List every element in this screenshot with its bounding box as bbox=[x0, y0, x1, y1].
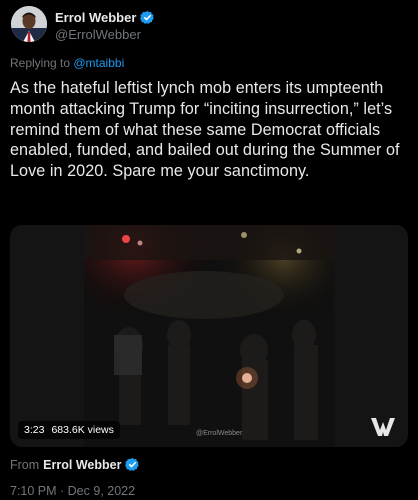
avatar[interactable] bbox=[11, 6, 47, 42]
tweet-timestamp[interactable]: 7:10 PM · Dec 9, 2022 bbox=[10, 484, 135, 498]
source-name[interactable]: Errol Webber bbox=[43, 458, 121, 472]
source-prefix: From bbox=[10, 457, 40, 472]
video-watermark: @ErrolWebber bbox=[196, 430, 243, 437]
author-handle[interactable]: @ErrolWebber bbox=[55, 27, 155, 42]
replying-prefix: Replying to bbox=[10, 56, 74, 70]
video-frame bbox=[84, 225, 334, 447]
video-duration: 3:23 bbox=[24, 424, 45, 436]
video-stats-badge: 3:23 683.6K views bbox=[18, 421, 120, 439]
tweet-text: As the hateful leftist lynch mob enters … bbox=[10, 79, 405, 181]
author-block: Errol Webber @ErrolWebber bbox=[55, 8, 155, 42]
video-player[interactable]: 3:23 683.6K views @ErrolWebber bbox=[10, 225, 408, 447]
verified-badge-icon bbox=[125, 457, 140, 472]
w-logo-icon bbox=[371, 418, 395, 436]
tweet: Errol Webber @ErrolWebber Replying to @m… bbox=[0, 0, 418, 500]
author-name-row: Errol Webber bbox=[55, 8, 155, 26]
author-name[interactable]: Errol Webber bbox=[55, 10, 136, 25]
video-views: 683.6K views bbox=[51, 424, 114, 436]
video-pillarbox-left bbox=[10, 225, 84, 447]
video-source: From Errol Webber bbox=[10, 457, 140, 472]
mention-link[interactable]: @mtaibbi bbox=[73, 56, 124, 70]
replying-to: Replying to @mtaibbi bbox=[10, 56, 124, 70]
video-pillarbox-right bbox=[334, 225, 408, 447]
verified-badge-icon bbox=[140, 10, 155, 25]
